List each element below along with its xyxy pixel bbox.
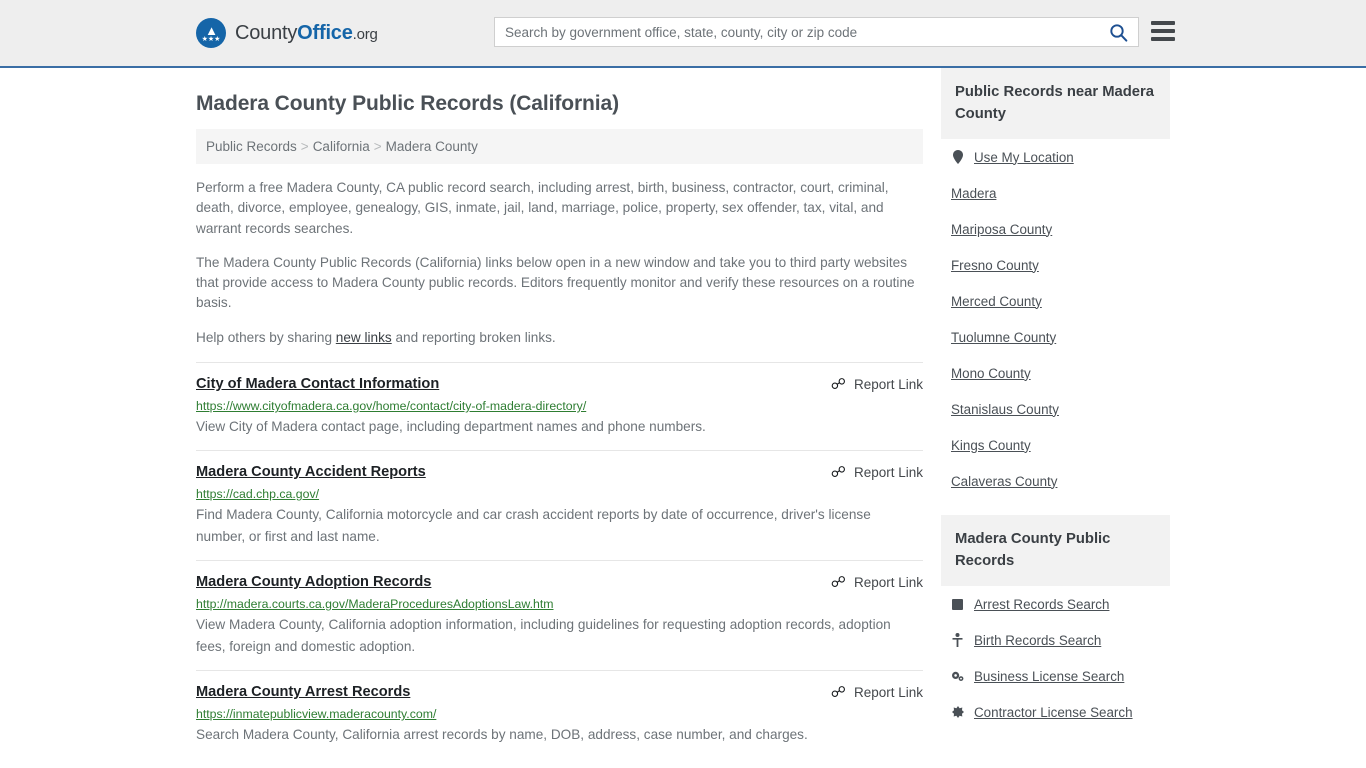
sidebar-item-contractor-license-search[interactable]: Contractor License Search — [941, 694, 1170, 730]
sidebar-item-stanislaus-county[interactable]: Stanislaus County — [941, 391, 1170, 427]
result-url[interactable]: http://madera.courts.ca.gov/MaderaProced… — [196, 597, 923, 611]
search-button[interactable] — [1098, 18, 1138, 46]
report-link-button[interactable]: ☍ Report Link — [830, 573, 923, 592]
report-link-button[interactable]: ☍ Report Link — [830, 375, 923, 394]
intro-3-before: Help others by sharing — [196, 329, 336, 345]
report-link-label: Report Link — [853, 575, 923, 591]
result-item: Madera County Adoption Records ☍ Report … — [196, 560, 923, 670]
broken-link-icon: ☍ — [830, 375, 846, 394]
broken-link-icon: ☍ — [830, 463, 846, 482]
report-link-button[interactable]: ☍ Report Link — [830, 683, 923, 702]
sidebar-link-label[interactable]: Tuolumne County — [951, 330, 1056, 345]
sidebar-link-label[interactable]: Business License Search — [974, 669, 1124, 684]
result-description: Search Madera County, California arrest … — [196, 727, 808, 743]
intro-paragraph-2: The Madera County Public Records (Califo… — [196, 254, 915, 311]
sidebar-item-arrest-records-search[interactable]: Arrest Records Search — [941, 586, 1170, 622]
breadcrumb-item-madera-county[interactable]: Madera County — [386, 139, 478, 154]
sidebar-link-label[interactable]: Arrest Records Search — [974, 597, 1109, 612]
sidebar-item-fresno-county[interactable]: Fresno County — [941, 247, 1170, 283]
sidebar: Public Records near Madera County Use My… — [941, 68, 1170, 730]
broken-link-icon: ☍ — [830, 683, 846, 702]
breadcrumb-item-california[interactable]: California — [313, 139, 370, 154]
eagle-seal-icon: ▲ ★★★ — [196, 18, 226, 48]
sidebar-link-label[interactable]: Kings County — [951, 438, 1031, 453]
result-description: Find Madera County, California motorcycl… — [196, 507, 871, 545]
sidebar-link-label[interactable]: Use My Location — [974, 150, 1074, 165]
broken-link-icon: ☍ — [830, 573, 846, 592]
baby-icon — [951, 633, 964, 647]
sidebar-link-label[interactable]: Mariposa County — [951, 222, 1052, 237]
result-title-link[interactable]: City of Madera Contact Information — [196, 376, 439, 392]
sidebar-link-label[interactable]: Contractor License Search — [974, 705, 1133, 720]
report-link-label: Report Link — [853, 377, 923, 393]
result-title-link[interactable]: Madera County Accident Reports — [196, 464, 426, 480]
report-link-label: Report Link — [853, 685, 923, 701]
search-bar[interactable] — [494, 17, 1139, 47]
sidebar-item-kings-county[interactable]: Kings County — [941, 427, 1170, 463]
breadcrumb-item-public-records[interactable]: Public Records — [206, 139, 297, 154]
result-url[interactable]: https://www.cityofmadera.ca.gov/home/con… — [196, 399, 923, 413]
gears-icon — [951, 670, 964, 682]
sidebar-link-label[interactable]: Fresno County — [951, 258, 1039, 273]
sidebar-item-calaveras-county[interactable]: Calaveras County — [941, 463, 1170, 499]
records-links-list: Arrest Records Search Birth Records Sear… — [941, 586, 1170, 730]
sidebar-section-records: Madera County Public Records Arrest Reco… — [941, 515, 1170, 730]
sidebar-link-label[interactable]: Merced County — [951, 294, 1042, 309]
result-description: View Madera County, California adoption … — [196, 617, 891, 655]
intro-paragraph-1: Perform a free Madera County, CA public … — [196, 180, 889, 236]
breadcrumb-separator: > — [300, 139, 309, 154]
sidebar-link-label[interactable]: Calaveras County — [951, 474, 1057, 489]
sidebar-item-use-my-location[interactable]: Use My Location — [941, 139, 1170, 175]
brand-part-2: Office — [297, 21, 353, 44]
hamburger-menu-icon[interactable] — [1151, 21, 1175, 41]
search-icon — [1109, 23, 1127, 42]
report-link-label: Report Link — [853, 465, 923, 481]
result-url[interactable]: https://cad.chp.ca.gov/ — [196, 487, 923, 501]
result-item: Madera County Accident Reports ☍ Report … — [196, 450, 923, 560]
sidebar-link-label[interactable]: Madera — [951, 186, 996, 201]
site-logo-link[interactable]: ▲ ★★★ CountyOffice.org — [196, 18, 378, 48]
result-description: View City of Madera contact page, includ… — [196, 419, 706, 435]
breadcrumb: Public Records > California > Madera County — [196, 129, 923, 164]
sidebar-heading-nearby: Public Records near Madera County — [941, 68, 1170, 139]
new-links-link[interactable]: new links — [336, 330, 392, 345]
result-url[interactable]: https://inmatepublicview.maderacounty.co… — [196, 707, 923, 721]
nearby-links-list: Use My Location Madera Mariposa County F… — [941, 139, 1170, 499]
result-header: Madera County Arrest Records ☍ Report Li… — [196, 684, 923, 700]
main-content: Madera County Public Records (California… — [196, 68, 923, 758]
brand-part-3: .org — [352, 25, 378, 43]
handcuffs-icon — [951, 598, 964, 610]
report-link-button[interactable]: ☍ Report Link — [830, 463, 923, 482]
hard-hat-icon — [951, 706, 964, 718]
page-title: Madera County Public Records (California… — [196, 92, 619, 115]
result-title-link[interactable]: Madera County Adoption Records — [196, 574, 431, 590]
sidebar-link-label[interactable]: Stanislaus County — [951, 402, 1059, 417]
brand-part-1: County — [235, 21, 298, 44]
sidebar-item-mariposa-county[interactable]: Mariposa County — [941, 211, 1170, 247]
result-title-link[interactable]: Madera County Arrest Records — [196, 684, 410, 700]
sidebar-section-nearby: Public Records near Madera County Use My… — [941, 68, 1170, 499]
brand-wordmark: CountyOffice.org — [235, 22, 378, 45]
sidebar-link-label[interactable]: Mono County — [951, 366, 1031, 381]
result-header: Madera County Adoption Records ☍ Report … — [196, 574, 923, 590]
sidebar-link-label[interactable]: Birth Records Search — [974, 633, 1101, 648]
result-item: Madera County Arrest Records ☍ Report Li… — [196, 670, 923, 758]
intro-3-after: and reporting broken links. — [391, 329, 556, 345]
breadcrumb-separator: > — [373, 139, 382, 154]
site-header: ▲ ★★★ CountyOffice.org — [0, 0, 1366, 68]
result-item: City of Madera Contact Information ☍ Rep… — [196, 362, 923, 450]
sidebar-item-madera[interactable]: Madera — [941, 175, 1170, 211]
sidebar-item-mono-county[interactable]: Mono County — [941, 355, 1170, 391]
sidebar-item-birth-records-search[interactable]: Birth Records Search — [941, 622, 1170, 658]
sidebar-item-merced-county[interactable]: Merced County — [941, 283, 1170, 319]
result-header: Madera County Accident Reports ☍ Report … — [196, 464, 923, 480]
sidebar-item-tuolumne-county[interactable]: Tuolumne County — [941, 319, 1170, 355]
intro-paragraph-3: Help others by sharing new links and rep… — [196, 328, 923, 348]
sidebar-heading-records: Madera County Public Records — [941, 515, 1170, 586]
search-input[interactable] — [495, 18, 1098, 46]
map-pin-icon — [951, 150, 964, 164]
result-header: City of Madera Contact Information ☍ Rep… — [196, 376, 923, 392]
sidebar-item-business-license-search[interactable]: Business License Search — [941, 658, 1170, 694]
